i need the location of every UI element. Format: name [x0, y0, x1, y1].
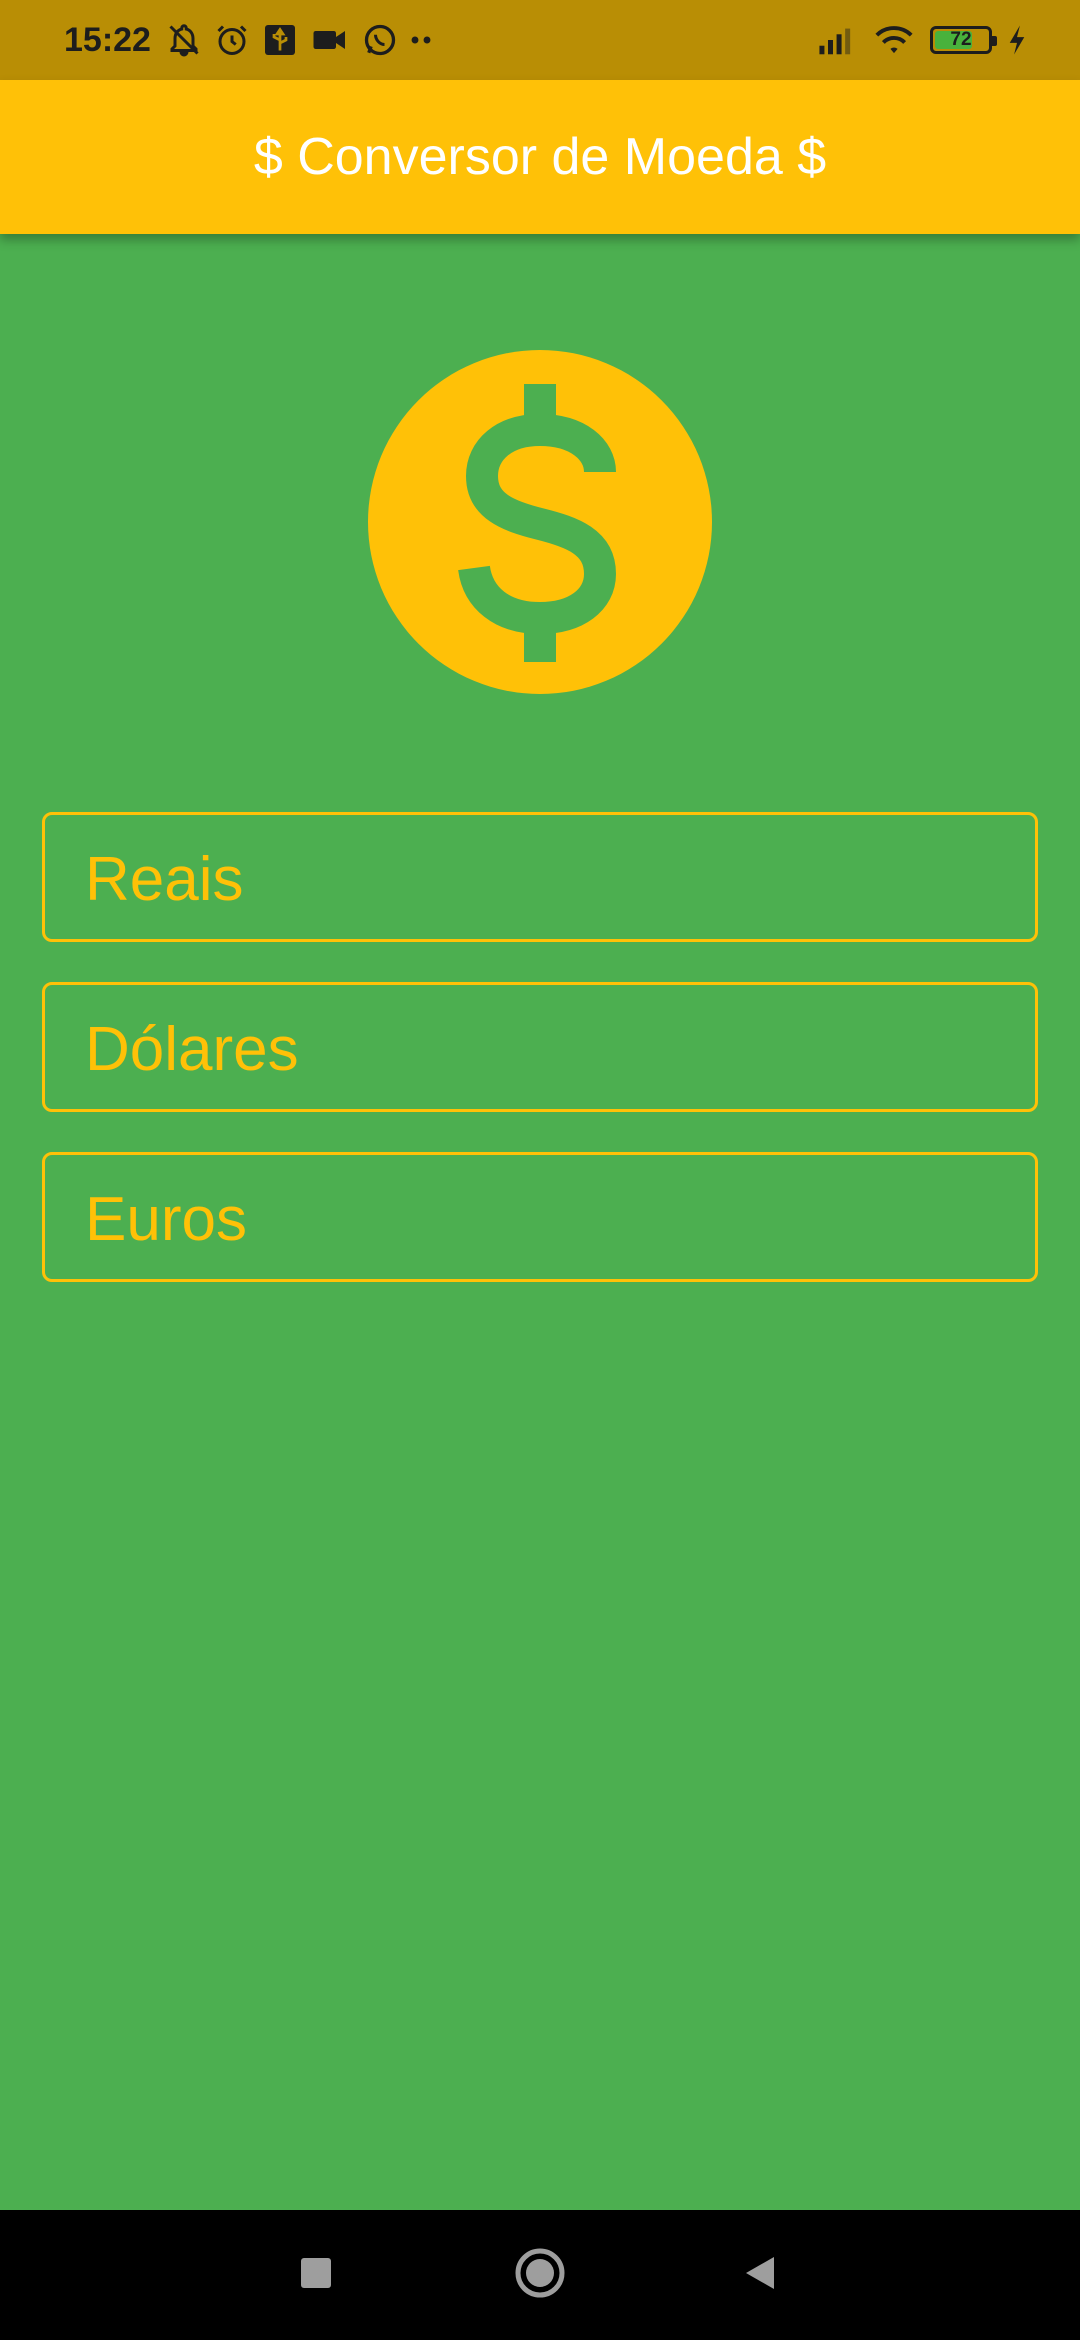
home-button[interactable]: [500, 2210, 580, 2340]
dolares-field[interactable]: Dólares: [42, 982, 1038, 1112]
charging-icon: [1006, 24, 1028, 56]
euros-field[interactable]: Euros: [42, 1152, 1038, 1282]
back-icon: [740, 2253, 780, 2298]
whatsapp-icon: [362, 22, 398, 58]
reais-field[interactable]: Reais: [42, 812, 1038, 942]
app-title: $ Conversor de Moeda $: [253, 128, 827, 186]
dolares-field-label: Dólares: [85, 1015, 299, 1084]
app-bar: $ Conversor de Moeda $: [0, 80, 1080, 234]
nav-bar: [0, 2210, 1080, 2340]
video-icon: [310, 22, 350, 58]
home-icon: [514, 2247, 566, 2304]
usb-icon: [262, 22, 298, 58]
recents-button[interactable]: [276, 2210, 356, 2340]
battery-tip: [992, 36, 997, 46]
notifications-off-icon: [166, 22, 202, 58]
more-dots-icon: [410, 22, 432, 58]
recents-icon: [299, 2256, 333, 2295]
wifi-icon: [872, 22, 916, 58]
battery-level: 72: [950, 29, 972, 50]
back-button[interactable]: [720, 2210, 800, 2340]
status-bar: 15:22 72: [0, 0, 1080, 80]
alarm-icon: [214, 22, 250, 58]
monetization-icon: [368, 350, 712, 694]
status-left-icons: [166, 20, 432, 60]
status-right-icons: 72: [818, 20, 1028, 60]
reais-field-label: Reais: [85, 845, 244, 914]
euros-field-label: Euros: [85, 1185, 247, 1254]
status-time: 15:22: [64, 21, 151, 59]
battery-icon: 72: [930, 26, 997, 54]
signal-icon: [818, 24, 858, 56]
